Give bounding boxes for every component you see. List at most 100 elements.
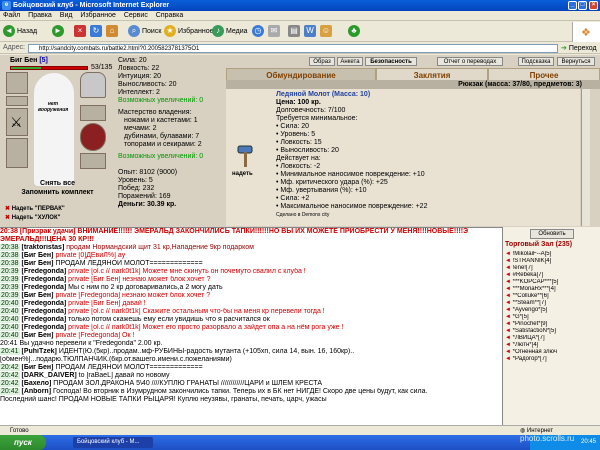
chat-time[interactable]: 20:38 [0, 252, 20, 259]
private-arrow-icon[interactable]: ◄ [505, 314, 513, 320]
helm-icon[interactable] [80, 72, 106, 98]
chat-nick[interactable]: [Fredegonda] [21, 324, 66, 331]
chat-nick[interactable]: [Биг Бен] [21, 252, 53, 259]
chat-time[interactable]: 20:42 [0, 364, 20, 371]
mastery-upgrades[interactable]: Возможных увеличений: 0 [118, 153, 223, 161]
menu-help[interactable]: Справка [153, 12, 186, 19]
amulet-slot[interactable] [6, 96, 28, 106]
chat-nick[interactable]: [Биг Бен] [21, 332, 53, 339]
mail-button[interactable]: ✉ [268, 25, 282, 39]
chat-time[interactable]: 20:42 [0, 372, 20, 379]
private-arrow-icon[interactable]: ◄ [505, 272, 513, 278]
weapon-slot[interactable]: ⚔ [6, 108, 28, 136]
stat-upgrades[interactable]: Возможных увеличений: 0 [118, 97, 223, 105]
chat-time[interactable]: 20:40 [0, 308, 20, 315]
chat-nick[interactable]: [Fredegonda] [21, 276, 66, 283]
private-arrow-icon[interactable]: ◄ [505, 328, 513, 334]
chat-time[interactable]: 20:40 [0, 332, 20, 339]
address-input[interactable]: http://sandcity.combats.ru/battle2.html?… [28, 44, 558, 53]
private-arrow-icon[interactable]: ◄ [505, 321, 513, 327]
online-user[interactable]: ◄ **Colluke**[6] [505, 293, 600, 300]
menu-view[interactable]: Вид [57, 12, 76, 19]
chat-nick[interactable]: [Бахело] [21, 380, 51, 387]
menu-edit[interactable]: Правка [25, 12, 55, 19]
private-arrow-icon[interactable]: ◄ [505, 300, 513, 306]
menu-tools[interactable]: Сервис [121, 12, 151, 19]
taskbar-ie-task[interactable]: Бойцовский клуб - М... [73, 437, 153, 448]
online-user[interactable]: ◄ #Rebeka[7] [505, 272, 600, 279]
maximize-button[interactable]: □ [578, 1, 587, 10]
private-arrow-icon[interactable]: ◄ [505, 265, 513, 271]
private-arrow-icon[interactable]: ◄ [505, 293, 513, 299]
start-button[interactable]: пуск [0, 435, 46, 450]
chat-nick[interactable]: [Биг Бен] [21, 292, 53, 299]
chat-nick[interactable]: [Биг Бен] [21, 364, 53, 371]
clover-button[interactable]: ♣ [348, 25, 362, 39]
go-button[interactable]: ➔ Переход [561, 44, 597, 52]
private-arrow-icon[interactable]: ◄ [505, 342, 513, 348]
home-button[interactable]: ⌂ [106, 25, 120, 39]
security-button[interactable]: Безопасность [365, 57, 417, 66]
online-user[interactable]: ◄ *SatisfactioN*[5] [505, 328, 600, 335]
profile-button[interactable]: Анкета [337, 57, 363, 66]
menu-file[interactable]: Файл [0, 12, 23, 19]
favorites-button[interactable]: ★ Избранное [164, 25, 213, 39]
transfers-report-button[interactable]: Отчет о переводах [437, 57, 503, 66]
shield-icon[interactable] [80, 123, 106, 151]
chat-nick[interactable]: [DARK_DAIVER] [21, 372, 76, 379]
chat-nick[interactable]: [Fredegonda] [21, 268, 66, 275]
chat-time[interactable]: 20:38 [0, 244, 20, 251]
media-button[interactable]: ♪ Медиа [212, 25, 248, 39]
minimize-button[interactable]: _ [568, 1, 577, 10]
helmet-slot[interactable] [6, 72, 28, 94]
online-user[interactable]: ◄ !STRANNIK[4] [505, 258, 600, 265]
online-user[interactable]: ◄ *Огненная злюч [505, 349, 600, 356]
online-user[interactable]: ◄ !MikolaiF--A[5] [505, 251, 600, 258]
armor-slot[interactable] [6, 138, 28, 168]
chat-time[interactable]: 20:42 [0, 388, 20, 395]
image-button[interactable]: Образ [309, 57, 335, 66]
chat-nick[interactable]: [Биг Бен] [21, 260, 53, 267]
remove-all-link[interactable]: Снять все [0, 179, 115, 188]
chat-nick[interactable]: [Fredegonda] [21, 308, 66, 315]
online-user[interactable]: ◄ !ene![7] [505, 265, 600, 272]
online-user[interactable]: ◄ *Pinochet*[9] [505, 321, 600, 328]
chat-nick[interactable]: [traktoristas] [21, 244, 64, 251]
online-user[interactable]: ◄ *Ayvengo*[5] [505, 307, 600, 314]
online-user[interactable]: ◄ ***KOPCAP***[5] [505, 279, 600, 286]
belt-item-1[interactable]: ✖ Надеть "ПЕРВАК" [5, 205, 65, 212]
private-arrow-icon[interactable]: ◄ [505, 258, 513, 264]
print-button[interactable]: ▤ [288, 25, 302, 39]
update-button[interactable]: Обновить [530, 229, 574, 239]
chat-time[interactable]: 20:40 [0, 300, 20, 307]
online-user[interactable]: ◄ *ЛВИЦА*[7] [505, 335, 600, 342]
chat-time[interactable]: 20:42 [0, 380, 20, 387]
discuss-button[interactable]: ☺ [320, 25, 334, 39]
online-user[interactable]: ◄ ***MonaRx***[4] [505, 286, 600, 293]
edit-button[interactable]: W [304, 25, 318, 39]
private-arrow-icon[interactable]: ◄ [505, 286, 513, 292]
chat-nick[interactable]: [PuhiTzek] [21, 348, 56, 355]
gloves-slot[interactable] [80, 105, 106, 121]
save-set-link[interactable]: Запомнить комплект [0, 188, 115, 197]
inventory-scrollbar[interactable] [581, 89, 590, 226]
chat-nick[interactable]: [Fredegonda] [21, 316, 66, 323]
chat-time[interactable]: 20:39 [0, 276, 20, 283]
chat-time[interactable]: 20:39 [0, 292, 20, 299]
chat-time[interactable]: 20:40 [0, 316, 20, 323]
chat-nick[interactable]: [Anborn] [21, 388, 51, 395]
boots-slot[interactable] [80, 153, 106, 169]
wear-link[interactable]: надеть [232, 171, 253, 177]
character-name[interactable]: Биг Бен [5] [10, 57, 48, 64]
close-button[interactable]: × [589, 1, 598, 10]
private-arrow-icon[interactable]: ◄ [505, 251, 513, 257]
online-user[interactable]: ◄ *G*[5] [505, 314, 600, 321]
chat-time[interactable]: 20:39 [0, 284, 20, 291]
history-button[interactable]: ◷ [252, 25, 266, 39]
online-user[interactable]: ◄ **Steam**[7] [505, 300, 600, 307]
back-button[interactable]: ◄ Назад [3, 25, 37, 39]
belt-item-2[interactable]: ✖ Надеть "ХУЛОК" [5, 214, 60, 221]
private-arrow-icon[interactable]: ◄ [505, 349, 513, 355]
return-button[interactable]: Вернуться [557, 57, 595, 66]
chat-time[interactable]: 20:41 [0, 348, 20, 355]
